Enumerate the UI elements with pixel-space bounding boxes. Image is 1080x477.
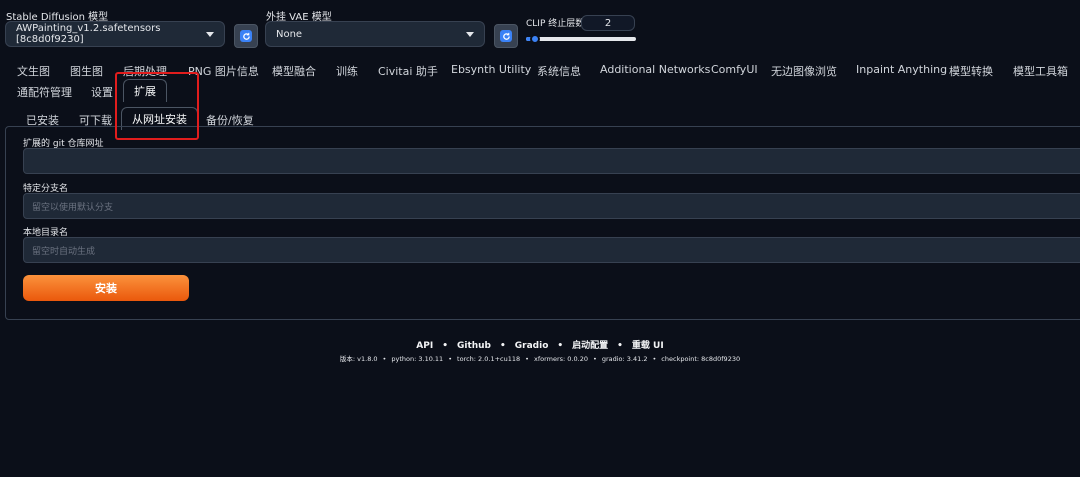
refresh-icon [240,30,252,42]
footer-link-startup-profile[interactable]: 启动配置 [572,341,608,351]
vae-value: None [276,28,303,40]
refresh-vae-button[interactable] [494,24,518,48]
tab-ebsynth-utility[interactable]: Ebsynth Utility [451,63,531,76]
footer-separator: • [382,355,387,363]
footer-link-api[interactable]: API [416,341,433,351]
footer-separator: • [500,341,506,351]
footer-separator: • [592,355,597,363]
tab-model-converter[interactable]: 模型转换 [949,63,993,79]
highlight-annotation-inner [115,103,199,140]
branch-input[interactable]: 留空以使用默认分支 [23,193,1080,219]
checkpoint-text: checkpoint: 8c8d0f9230 [661,355,741,363]
python-text: python: 3.10.11 [391,355,444,363]
footer-link-github[interactable]: Github [457,341,491,351]
clip-number-input[interactable]: 2 [581,15,635,31]
footer-separator: • [525,355,529,363]
install-button[interactable]: 安装 [23,275,189,301]
slider-thumb[interactable] [530,34,540,44]
tab-additional-networks[interactable]: Additional Networks [600,63,710,76]
footer-separator: • [557,341,564,351]
tab-train[interactable]: 训练 [336,63,358,79]
chevron-down-icon [206,31,214,37]
sd-model-select[interactable]: AWPainting_v1.2.safetensors [8c8d0f9230] [5,21,225,47]
tab-comfyui[interactable]: ComfyUI [711,63,758,76]
chevron-down-icon [466,31,474,37]
local-dir-input[interactable]: 留空时自动生成 [23,237,1080,263]
clip-slider[interactable] [526,34,636,44]
vae-select[interactable]: None [265,21,485,47]
tab-settings[interactable]: 设置 [91,84,113,100]
git-url-input[interactable] [23,148,1080,174]
tab-wildcards-manager[interactable]: 通配符管理 [17,84,72,100]
footer-version-info: 版本: v1.8.0 • python: 3.10.11 • torch: 2.0.1+… [0,353,1080,363]
tab-inpaint-anything[interactable]: Inpaint Anything [856,63,947,76]
refresh-icon [500,30,512,42]
tab-img2img[interactable]: 图生图 [70,63,103,79]
footer-separator: • [442,341,448,351]
footer-links: API • Github • Gradio • 启动配置 • 重载 UI [0,338,1080,351]
clip-label: CLIP 终止层数 [526,19,585,29]
tab-model-toolkit[interactable]: 模型工具箱 [1013,63,1068,79]
footer-link-reload-ui[interactable]: 重载 UI [632,341,664,351]
sd-model-value: AWPainting_v1.2.safetensors [8c8d0f9230] [16,23,161,45]
footer-link-gradio[interactable]: Gradio [515,341,549,351]
slider-track [526,37,636,41]
tab-civitai-helper[interactable]: Civitai 助手 [378,63,438,79]
footer-separator: • [652,355,657,363]
tab-system-info[interactable]: 系统信息 [537,63,581,79]
tab-txt2img[interactable]: 文生图 [17,63,50,79]
footer-separator: • [448,355,453,363]
torch-text: torch: 2.0.1+cu118 [457,355,521,363]
tab-infinite-image-browsing[interactable]: 无边图像浏览 [771,63,837,79]
xformers-text: xformers: 0.0.20 [533,355,588,363]
footer-separator: • [617,341,623,351]
refresh-model-button[interactable] [234,24,258,48]
gradio-text: gradio: 3.41.2 [601,355,648,363]
version-text: 版本: v1.8.0 [339,355,378,363]
tab-checkpoint-merger[interactable]: 模型融合 [272,63,316,79]
